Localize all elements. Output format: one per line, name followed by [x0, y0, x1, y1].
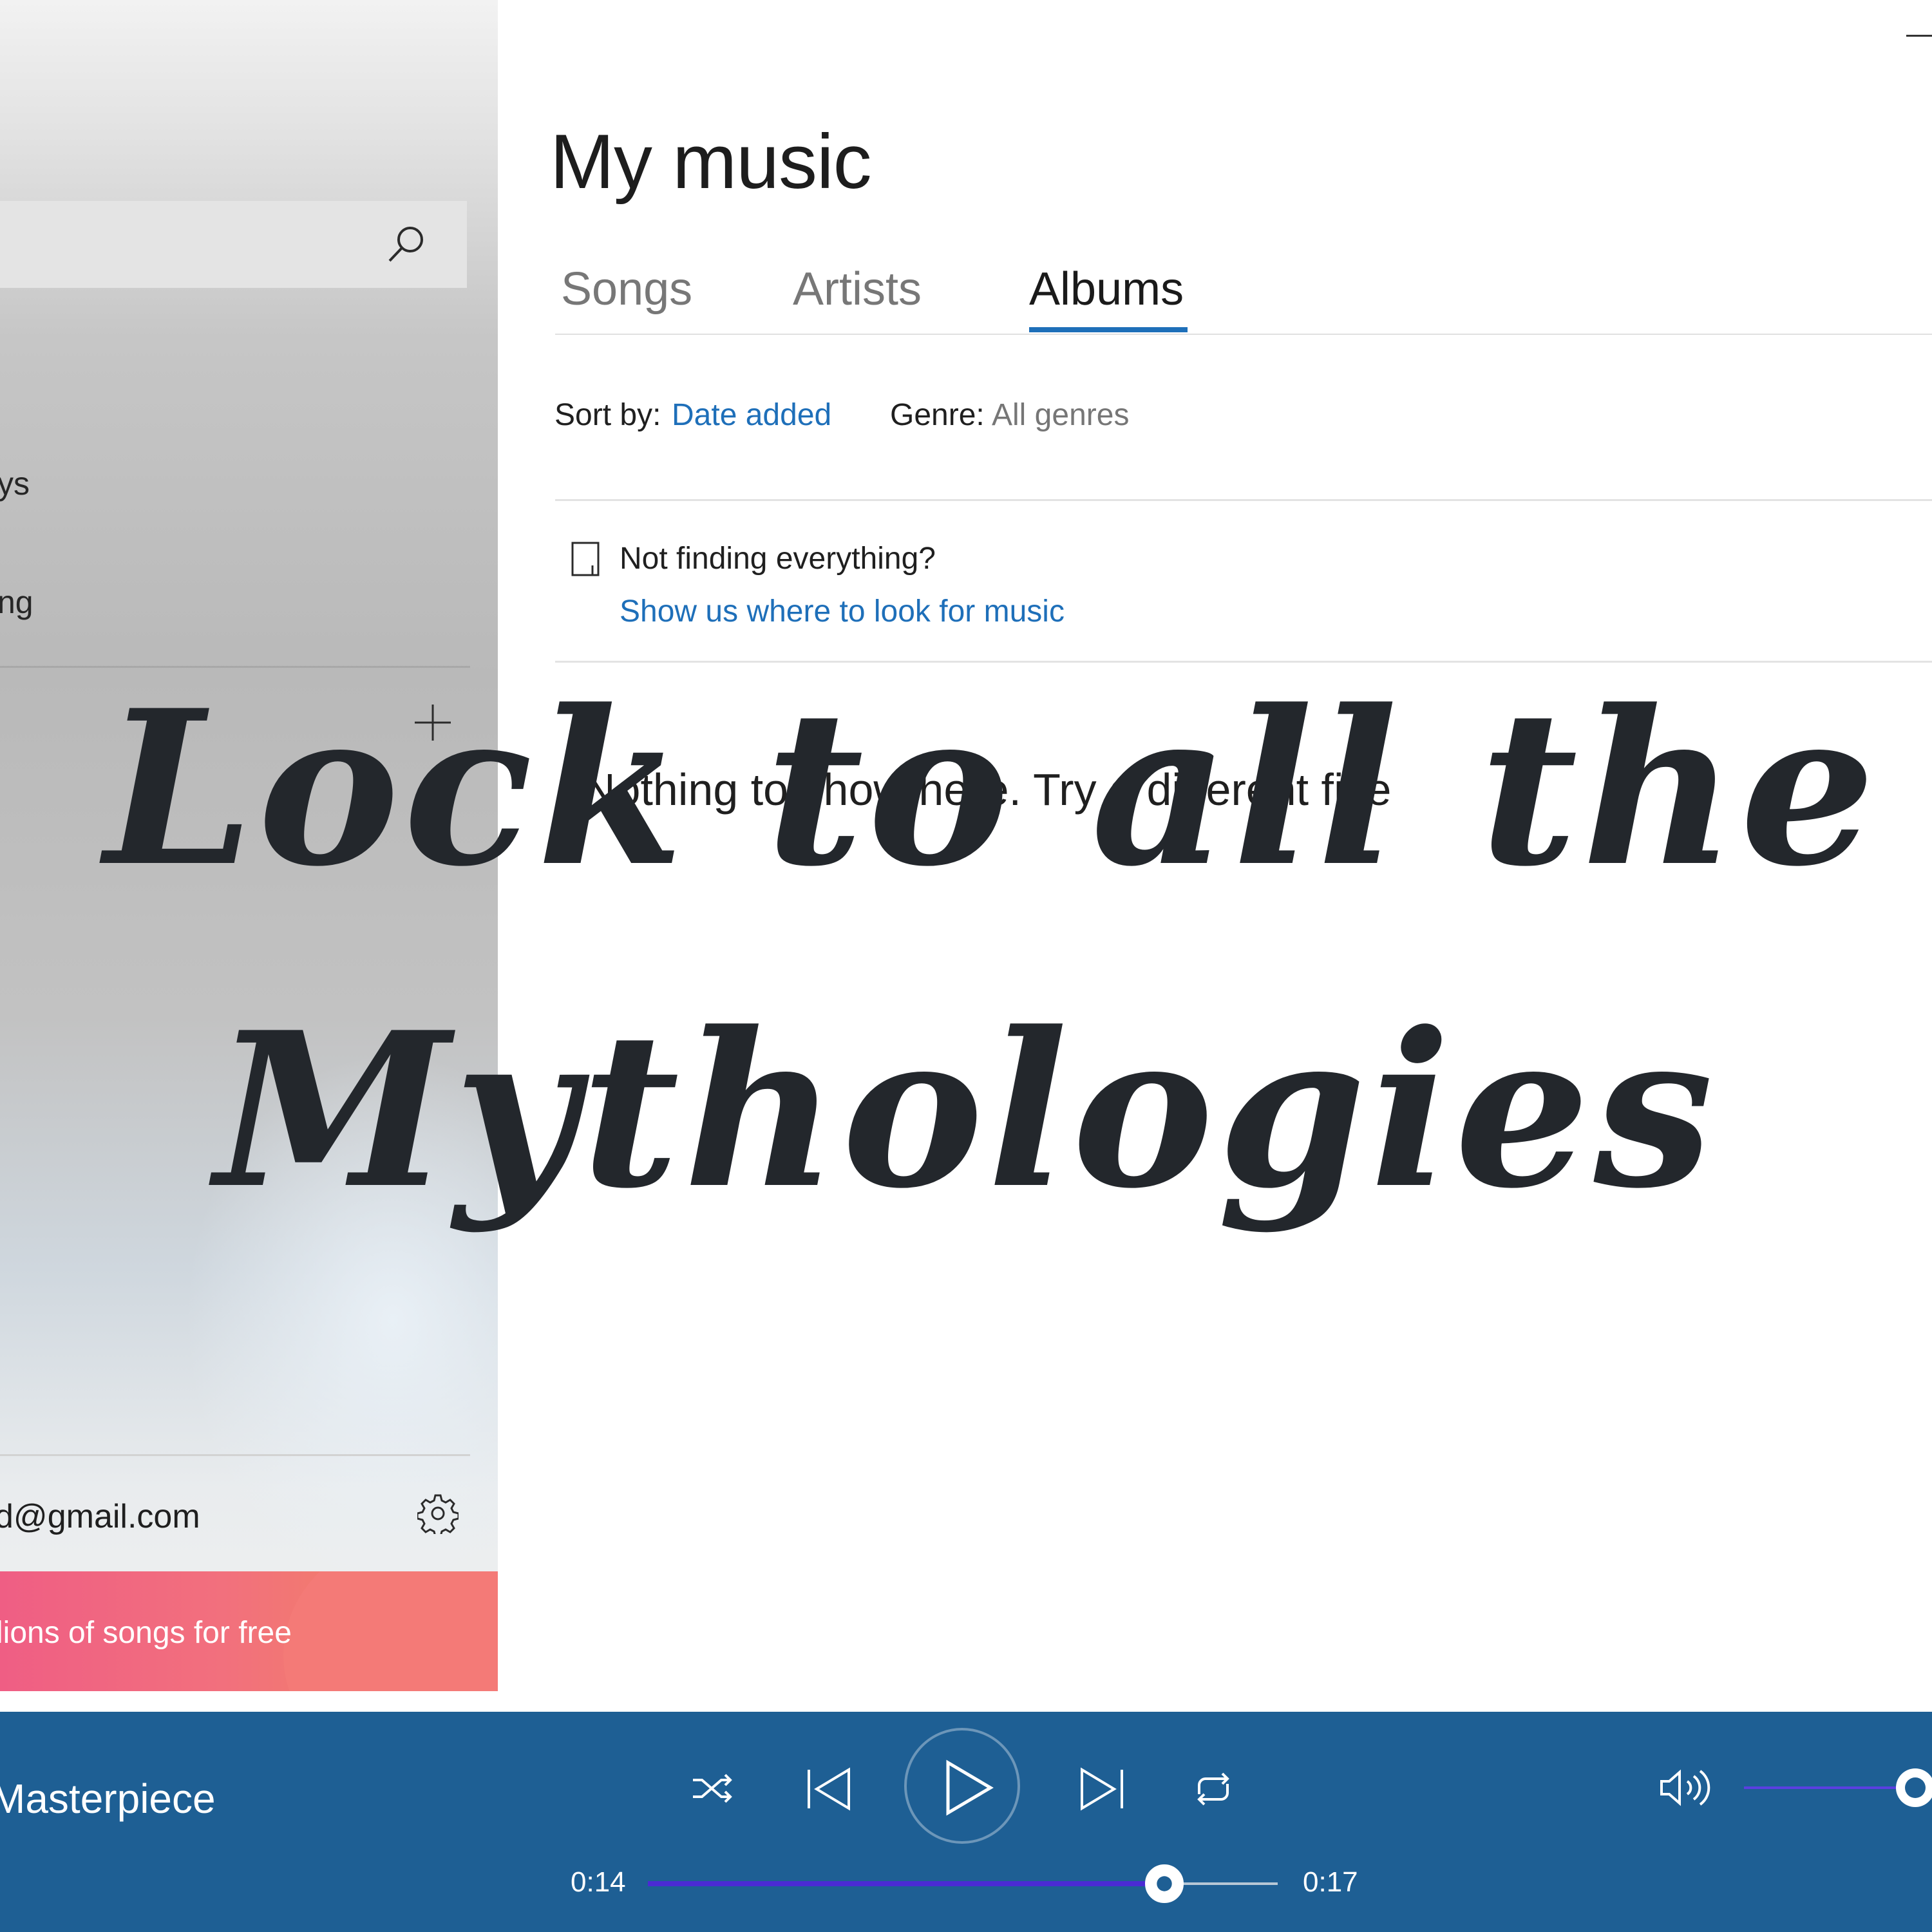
- search-input[interactable]: [0, 201, 467, 288]
- tabs-divider: [555, 334, 1932, 335]
- new-playlist-plus-icon[interactable]: [413, 703, 452, 742]
- empty-state-message: Nothing to show here. Try a different fi…: [583, 764, 1392, 815]
- genre-label: Genre:: [890, 398, 985, 432]
- shuffle-icon[interactable]: [689, 1766, 734, 1811]
- sort-label: Sort by:: [554, 398, 661, 432]
- elapsed-time: 0:14: [571, 1866, 626, 1898]
- document-icon: [571, 541, 600, 577]
- sidebar-divider: [0, 666, 470, 668]
- sidebar-item-now-playing[interactable]: ng: [0, 583, 33, 621]
- hint-divider: [555, 661, 1932, 663]
- find-music-link[interactable]: Show us where to look for music: [620, 594, 1065, 629]
- hint-title: Not finding everything?: [620, 542, 936, 576]
- active-tab-indicator: [1029, 327, 1188, 332]
- tab-artists[interactable]: Artists: [793, 263, 922, 316]
- volume-icon[interactable]: [1658, 1765, 1712, 1811]
- now-playing-title[interactable]: Masterpiece: [0, 1775, 216, 1823]
- track-duration: 0:17: [1303, 1866, 1358, 1898]
- next-icon[interactable]: [1075, 1763, 1127, 1815]
- filter-divider: [555, 499, 1932, 501]
- genre-dropdown[interactable]: All genres: [992, 397, 1129, 433]
- sort-dropdown[interactable]: Date added: [672, 397, 831, 433]
- minimize-button[interactable]: [1906, 35, 1932, 37]
- search-icon[interactable]: [383, 222, 428, 267]
- settings-gear-icon[interactable]: [416, 1493, 460, 1538]
- player-gap: [0, 1691, 1932, 1712]
- sidebar-item-recent-plays[interactable]: ys: [0, 465, 30, 502]
- sidebar: ys ng d@gmail.com lions of songs for fre…: [0, 0, 498, 1691]
- play-icon: [944, 1759, 996, 1817]
- account-email[interactable]: d@gmail.com: [0, 1497, 200, 1536]
- promo-decoration: [283, 1571, 498, 1691]
- repeat-icon[interactable]: [1190, 1766, 1236, 1812]
- promo-banner[interactable]: lions of songs for free: [0, 1571, 498, 1691]
- promo-text: lions of songs for free: [0, 1616, 292, 1650]
- play-button[interactable]: [904, 1728, 1020, 1844]
- page-title: My music: [550, 118, 872, 205]
- seek-slider[interactable]: [648, 1864, 1278, 1903]
- previous-icon[interactable]: [804, 1763, 855, 1815]
- tab-albums[interactable]: Albums: [1029, 263, 1184, 316]
- tab-songs[interactable]: Songs: [561, 263, 692, 316]
- seek-thumb[interactable]: [1144, 1864, 1184, 1903]
- volume-thumb[interactable]: [1896, 1768, 1932, 1807]
- seek-progress: [648, 1881, 1164, 1886]
- sidebar-divider-bottom: [0, 1454, 470, 1456]
